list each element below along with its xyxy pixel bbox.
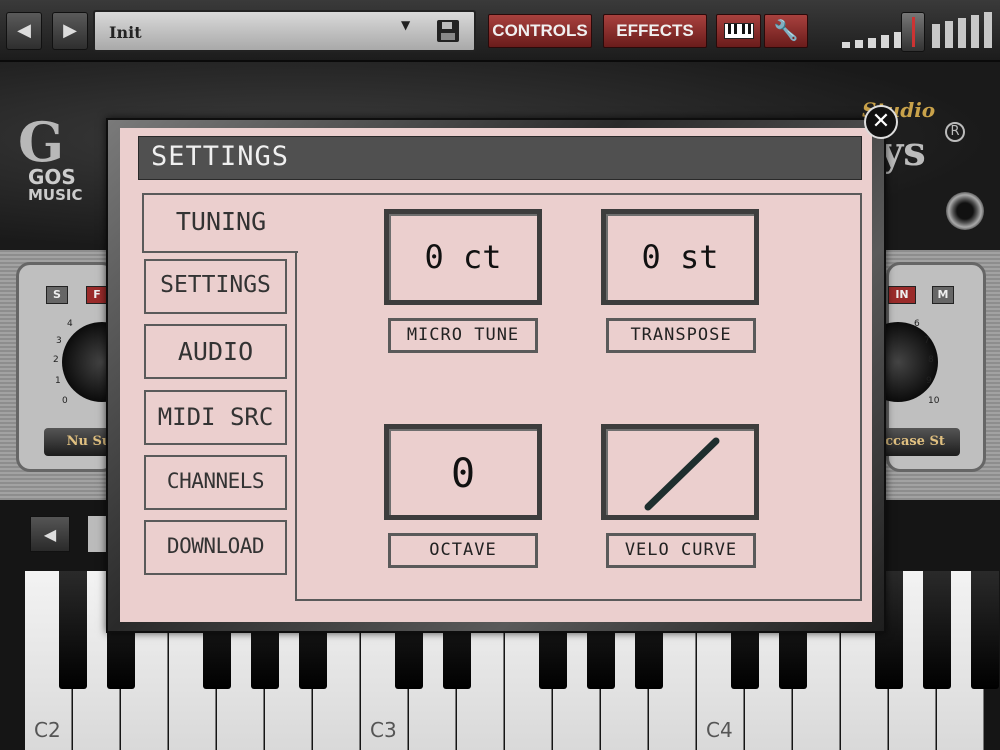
f-button[interactable]: F — [86, 286, 108, 304]
arrow-left-icon: ◀ — [17, 20, 31, 41]
velo-curve-control[interactable] — [601, 424, 759, 520]
piano-keys-icon — [724, 23, 754, 39]
panel-border — [295, 249, 297, 601]
micro-tune-control[interactable]: 0 ct — [384, 209, 542, 305]
save-icon[interactable] — [437, 20, 459, 42]
dial-number: 1 — [55, 376, 61, 386]
s-button[interactable]: S — [46, 286, 68, 304]
dropdown-arrow-icon[interactable]: ▼ — [401, 18, 410, 32]
tab-content-panel — [296, 193, 862, 601]
tab-label: DOWNLOAD — [166, 534, 265, 558]
preset-selector[interactable]: Init ▼ — [93, 10, 476, 52]
dial-number: 0 — [62, 396, 68, 406]
keyboard-scroll-left-button[interactable]: ◀ — [30, 516, 70, 552]
input-jack — [946, 192, 984, 230]
dial-number: 2 — [53, 355, 59, 365]
in-button[interactable]: IN — [888, 286, 916, 304]
preset-name: Init — [109, 23, 142, 42]
micro-tune-label: MICRO TUNE — [388, 318, 538, 353]
registered-icon: R — [945, 122, 965, 142]
settings-button[interactable]: 🔧 — [764, 14, 808, 48]
effects-button[interactable]: EFFECTS — [603, 14, 707, 48]
velo-curve-label: VELO CURVE — [606, 533, 756, 568]
octave-control[interactable]: 0 — [384, 424, 542, 520]
dial-number: 4 — [67, 319, 73, 329]
volume-slider-handle[interactable] — [901, 12, 925, 52]
dial-number: 10 — [928, 396, 940, 406]
previous-preset-button[interactable]: ◀ — [6, 12, 42, 50]
tab-label: TUNING — [175, 207, 267, 236]
tab-midi-src[interactable]: MIDI SRC — [144, 390, 287, 445]
linear-curve-icon — [644, 437, 720, 511]
octave-value: 0 — [450, 451, 476, 497]
tab-label: MIDI SRC — [157, 403, 274, 431]
octave-label-c2: C2 — [34, 718, 61, 742]
keyboard-view-button[interactable] — [716, 14, 761, 48]
arrow-left-icon: ◀ — [43, 525, 57, 544]
tab-settings[interactable]: SETTINGS — [144, 259, 287, 314]
dial-number: 3 — [56, 336, 62, 346]
controls-button[interactable]: CONTROLS — [488, 14, 592, 48]
tab-tuning[interactable]: TUNING — [142, 193, 298, 253]
tab-download[interactable]: DOWNLOAD — [144, 520, 287, 575]
dial-number: 7 — [924, 336, 930, 346]
next-preset-button[interactable]: ▶ — [52, 12, 88, 50]
transpose-value: 0 st — [641, 238, 719, 276]
tab-label: AUDIO — [177, 337, 254, 366]
tab-channels[interactable]: CHANNELS — [144, 455, 287, 510]
wrench-icon: 🔧 — [773, 20, 799, 42]
tab-label: SETTINGS — [160, 272, 271, 298]
octave-label: OCTAVE — [388, 533, 538, 568]
transpose-label: TRANSPOSE — [606, 318, 756, 353]
close-dialog-button[interactable]: ✕ — [864, 105, 898, 139]
black-key[interactable] — [923, 571, 951, 689]
tab-audio[interactable]: AUDIO — [144, 324, 287, 379]
transpose-control[interactable]: 0 st — [601, 209, 759, 305]
dial-number: 9 — [926, 376, 932, 386]
micro-tune-value: 0 ct — [424, 238, 502, 276]
dialog-title: SETTINGS — [151, 141, 290, 172]
octave-label-c4: C4 — [706, 718, 733, 742]
m-button[interactable]: M — [932, 286, 954, 304]
black-key[interactable] — [59, 571, 87, 689]
dialog-title-bar: SETTINGS — [138, 136, 862, 180]
close-icon: ✕ — [871, 109, 891, 134]
arrow-right-icon: ▶ — [63, 20, 77, 41]
octave-label-c3: C3 — [370, 718, 397, 742]
dial-number: 6 — [914, 319, 920, 329]
dial-number: 8 — [928, 355, 934, 365]
top-toolbar: ◀ ▶ Init ▼ CONTROLS EFFECTS 🔧 — [0, 0, 1000, 62]
tab-label: CHANNELS — [166, 469, 265, 493]
black-key[interactable] — [971, 571, 999, 689]
brand-logo-sub: GOS MUSIC — [28, 165, 83, 204]
